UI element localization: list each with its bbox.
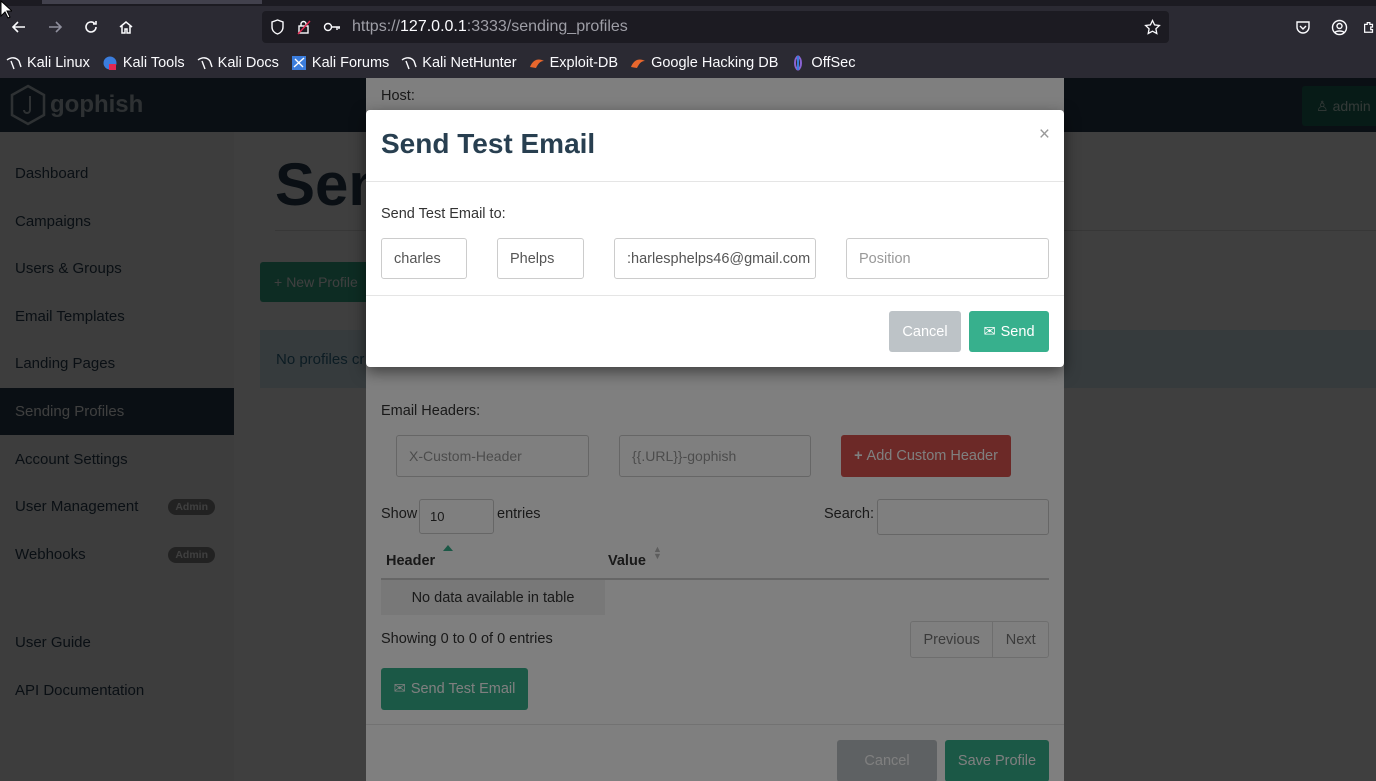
- close-icon[interactable]: ×: [1039, 124, 1050, 146]
- bookmark-kali-tools[interactable]: Kali Tools: [102, 55, 185, 71]
- first-name-value: charles: [394, 250, 441, 267]
- key-icon[interactable]: [323, 18, 341, 36]
- url-scheme: https://: [352, 18, 401, 35]
- extensions-icon[interactable]: [1362, 16, 1376, 38]
- bookmark-label: Kali Forums: [311, 55, 390, 71]
- url-host: 127.0.0.1: [400, 18, 467, 35]
- kali-dragon-icon: [6, 55, 22, 71]
- exploit-db-icon: [630, 55, 646, 71]
- reload-icon[interactable]: [77, 14, 105, 40]
- send-to-label: Send Test Email to:: [381, 206, 506, 222]
- bookmark-kali-nethunter[interactable]: Kali NetHunter: [401, 55, 517, 71]
- bookmark-exploit-db[interactable]: Exploit-DB: [529, 55, 619, 71]
- account-icon[interactable]: [1328, 16, 1350, 38]
- bookmark-label: Google Hacking DB: [651, 55, 779, 71]
- modal-header-divider: [366, 181, 1064, 182]
- bookmark-label: Kali Tools: [122, 55, 185, 71]
- send-label: Send: [1000, 323, 1035, 340]
- kali-dragon-icon: [401, 55, 417, 71]
- bookmark-star-icon[interactable]: [1143, 18, 1161, 36]
- bookmark-kali-forums[interactable]: Kali Forums: [291, 55, 389, 71]
- bookmark-google-hacking-db[interactable]: Google Hacking DB: [630, 55, 778, 71]
- pocket-icon[interactable]: [1292, 16, 1314, 38]
- cancel-label: Cancel: [902, 323, 948, 340]
- position-placeholder: Position: [859, 250, 911, 267]
- bookmark-label: Exploit-DB: [549, 55, 619, 71]
- forward-icon[interactable]: [41, 14, 69, 40]
- email-value: :harlesphelps46@gmail.com: [627, 250, 811, 267]
- position-input[interactable]: Position: [846, 238, 1049, 279]
- bookmark-label: Kali Linux: [27, 55, 90, 71]
- kali-dragon-icon: [197, 55, 213, 71]
- last-name-value: Phelps: [510, 250, 555, 267]
- cancel-button[interactable]: Cancel: [889, 311, 961, 352]
- bookmark-label: Kali NetHunter: [422, 55, 517, 71]
- offsec-icon: [790, 55, 806, 71]
- bookmark-label: OffSec: [811, 55, 856, 71]
- insecure-lock-icon[interactable]: [295, 18, 313, 36]
- first-name-input[interactable]: charles: [381, 238, 467, 279]
- browser-toolbar: https://127.0.0.1:3333/sending_profiles: [0, 6, 1376, 48]
- kali-tools-icon: [102, 55, 118, 71]
- bookmark-label: Kali Docs: [217, 55, 279, 71]
- exploit-db-icon: [529, 55, 545, 71]
- bookmark-kali-linux[interactable]: Kali Linux: [6, 55, 90, 71]
- modal-title: Send Test Email: [381, 128, 596, 159]
- bookmark-kali-docs[interactable]: Kali Docs: [197, 55, 279, 71]
- bookmark-offsec[interactable]: OffSec: [790, 55, 855, 71]
- send-test-email-modal: Send Test Email × Send Test Email to: ch…: [366, 110, 1064, 367]
- url-path: :3333/sending_profiles: [466, 18, 628, 35]
- shield-icon[interactable]: [268, 18, 286, 36]
- send-button[interactable]: ✉ Send: [969, 311, 1049, 352]
- modal-footer-divider: [366, 295, 1064, 296]
- home-icon[interactable]: [112, 14, 140, 40]
- kali-forums-icon: [291, 55, 307, 71]
- mouse-cursor-icon: [0, 0, 12, 19]
- envelope-icon: ✉: [983, 323, 996, 340]
- email-input[interactable]: :harlesphelps46@gmail.com: [614, 238, 816, 279]
- url-text[interactable]: https://127.0.0.1:3333/sending_profiles: [352, 18, 628, 36]
- url-bar[interactable]: https://127.0.0.1:3333/sending_profiles: [262, 11, 1169, 43]
- bookmarks-toolbar: Kali Linux Kali Tools Kali Docs Kali For…: [0, 48, 1376, 78]
- active-tab[interactable]: [42, 0, 262, 4]
- last-name-input[interactable]: Phelps: [497, 238, 584, 279]
